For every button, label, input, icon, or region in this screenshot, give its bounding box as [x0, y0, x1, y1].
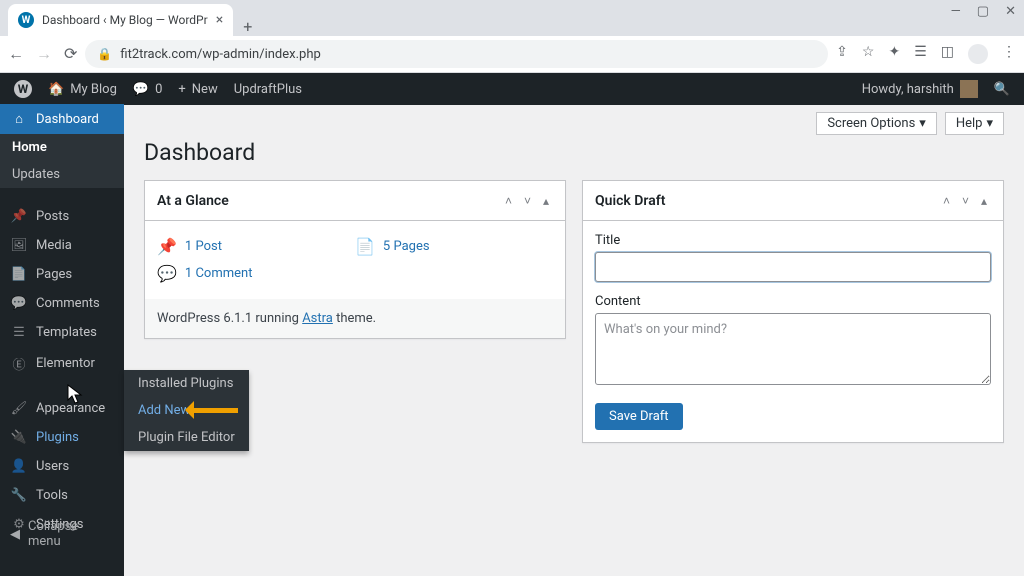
share-icon[interactable]: ⇪ [836, 44, 848, 64]
flyout-installed-plugins[interactable]: Installed Plugins [124, 370, 249, 397]
minimize-icon[interactable]: — [951, 4, 961, 19]
pages-icon: 📄 [355, 237, 375, 256]
glance-pages-link[interactable]: 📄5 Pages [355, 237, 553, 256]
plug-icon: 🔌 [10, 430, 28, 445]
admin-sidebar: ⌂ Dashboard Home Updates 📌Posts 🖼Media 📄… [0, 104, 124, 576]
glance-posts-link[interactable]: 📌1 Post [157, 237, 355, 256]
move-up-icon[interactable]: ˄ [501, 190, 516, 212]
new-tab-button[interactable]: + [233, 17, 262, 36]
sidebar-item-elementor[interactable]: ⒺElementor [0, 347, 124, 380]
howdy-user[interactable]: Howdy, harshith [862, 80, 978, 98]
wp-version-info: WordPress 6.1.1 running Astra theme. [145, 299, 565, 338]
back-icon[interactable]: ← [8, 44, 24, 64]
dashboard-submenu: Home Updates [0, 134, 124, 188]
toggle-panel-icon[interactable]: ▴ [977, 190, 991, 212]
caret-down-icon: ▾ [919, 116, 926, 131]
templates-icon: ☰ [10, 325, 28, 340]
theme-link[interactable]: Astra [302, 311, 333, 326]
user-avatar [960, 80, 978, 98]
sidebar-item-comments[interactable]: 💬Comments [0, 289, 124, 318]
title-label: Title [595, 233, 991, 248]
browser-tab[interactable]: W Dashboard ‹ My Blog — WordPr × [8, 4, 233, 36]
tab-title: Dashboard ‹ My Blog — WordPr [42, 13, 208, 27]
move-up-icon[interactable]: ˄ [939, 190, 954, 212]
reload-icon[interactable]: ⟳ [64, 44, 77, 64]
comment-icon: 💬 [157, 264, 177, 283]
updraftplus-link[interactable]: UpdraftPlus [234, 82, 302, 97]
bookmark-icon[interactable]: ☆ [862, 44, 875, 64]
comment-icon: 💬 [133, 82, 149, 97]
sidebar-item-plugins[interactable]: 🔌Plugins [0, 423, 124, 452]
toggle-panel-icon[interactable]: ▴ [539, 190, 553, 212]
move-down-icon[interactable]: ˅ [958, 190, 973, 212]
at-a-glance-box: At a Glance ˄ ˅ ▴ 📌1 Post 📄5 Pages 💬1 Co… [144, 180, 566, 339]
pin-icon: 📌 [157, 237, 177, 256]
main-content: Screen Options▾ Help▾ Dashboard At a Gla… [124, 104, 1024, 576]
sidebar-subitem-updates[interactable]: Updates [0, 161, 124, 188]
wp-admin-bar: W 🏠 My Blog 💬 0 + New UpdraftPlus Howdy,… [0, 73, 1024, 105]
quick-draft-title: Quick Draft [595, 193, 665, 209]
move-down-icon[interactable]: ˅ [520, 190, 535, 212]
maximize-icon[interactable]: ▢ [977, 4, 989, 19]
reading-list-icon[interactable]: ☰ [914, 44, 927, 64]
lock-icon: 🔒 [97, 47, 112, 61]
draft-title-input[interactable] [595, 252, 991, 282]
at-a-glance-title: At a Glance [157, 193, 229, 209]
tab-overview-icon[interactable]: ◫ [941, 44, 954, 64]
wp-logo-icon[interactable]: W [14, 80, 32, 98]
tab-bar: W Dashboard ‹ My Blog — WordPr × + — ▢ ✕ [0, 0, 1024, 36]
screen-options-button[interactable]: Screen Options▾ [816, 112, 937, 135]
sidebar-item-appearance[interactable]: 🖌Appearance [0, 394, 124, 423]
sidebar-item-posts[interactable]: 📌Posts [0, 202, 124, 231]
caret-down-icon: ▾ [986, 116, 993, 131]
close-window-icon[interactable]: ✕ [1005, 4, 1016, 19]
comments-icon: 💬 [10, 296, 28, 311]
sidebar-item-media[interactable]: 🖼Media [0, 231, 124, 260]
user-icon: 👤 [10, 459, 28, 474]
comments-link[interactable]: 💬 0 [133, 82, 163, 97]
annotation-arrow [186, 401, 238, 419]
dashboard-icon: ⌂ [10, 111, 28, 127]
sidebar-item-users[interactable]: 👤Users [0, 452, 124, 481]
sidebar-item-tools[interactable]: 🔧Tools [0, 481, 124, 510]
url-text: fit2track.com/wp-admin/index.php [120, 47, 320, 62]
close-tab-icon[interactable]: × [216, 12, 223, 28]
address-bar[interactable]: 🔒 fit2track.com/wp-admin/index.php [85, 40, 828, 68]
pages-icon: 📄 [10, 267, 28, 282]
extensions-icon[interactable]: ✦ [888, 44, 900, 64]
forward-icon[interactable]: → [36, 44, 52, 64]
collapse-menu[interactable]: ◀Collapse menu [0, 512, 124, 556]
elementor-icon: Ⓔ [10, 354, 28, 373]
chrome-menu-icon[interactable]: ⋮ [1002, 44, 1016, 64]
sidebar-item-dashboard[interactable]: ⌂ Dashboard [0, 104, 124, 134]
glance-comments-link[interactable]: 💬1 Comment [157, 264, 553, 283]
wordpress-favicon: W [18, 12, 34, 28]
sidebar-subitem-home[interactable]: Home [0, 134, 124, 161]
window-controls: — ▢ ✕ [951, 4, 1016, 19]
media-icon: 🖼 [10, 238, 28, 253]
pin-icon: 📌 [10, 209, 28, 224]
sidebar-item-templates[interactable]: ☰Templates [0, 318, 124, 347]
quick-draft-box: Quick Draft ˄ ˅ ▴ Title Content Save Dra… [582, 180, 1004, 443]
profile-avatar[interactable] [968, 44, 988, 64]
site-name-link[interactable]: 🏠 My Blog [48, 82, 117, 97]
browser-chrome: W Dashboard ‹ My Blog — WordPr × + — ▢ ✕… [0, 0, 1024, 73]
plus-icon: + [178, 82, 185, 97]
flyout-plugin-file-editor[interactable]: Plugin File Editor [124, 424, 249, 451]
new-content-link[interactable]: + New [178, 82, 217, 97]
content-label: Content [595, 294, 991, 309]
help-button[interactable]: Help▾ [945, 112, 1004, 135]
sidebar-item-pages[interactable]: 📄Pages [0, 260, 124, 289]
collapse-icon: ◀ [10, 527, 20, 542]
brush-icon: 🖌 [10, 401, 28, 416]
wrench-icon: 🔧 [10, 488, 28, 503]
save-draft-button[interactable]: Save Draft [595, 403, 683, 430]
url-bar: ← → ⟳ 🔒 fit2track.com/wp-admin/index.php… [0, 36, 1024, 72]
search-icon[interactable]: 🔍 [994, 82, 1010, 97]
draft-content-input[interactable] [595, 313, 991, 385]
page-title: Dashboard [144, 135, 1004, 180]
home-icon: 🏠 [48, 82, 64, 97]
